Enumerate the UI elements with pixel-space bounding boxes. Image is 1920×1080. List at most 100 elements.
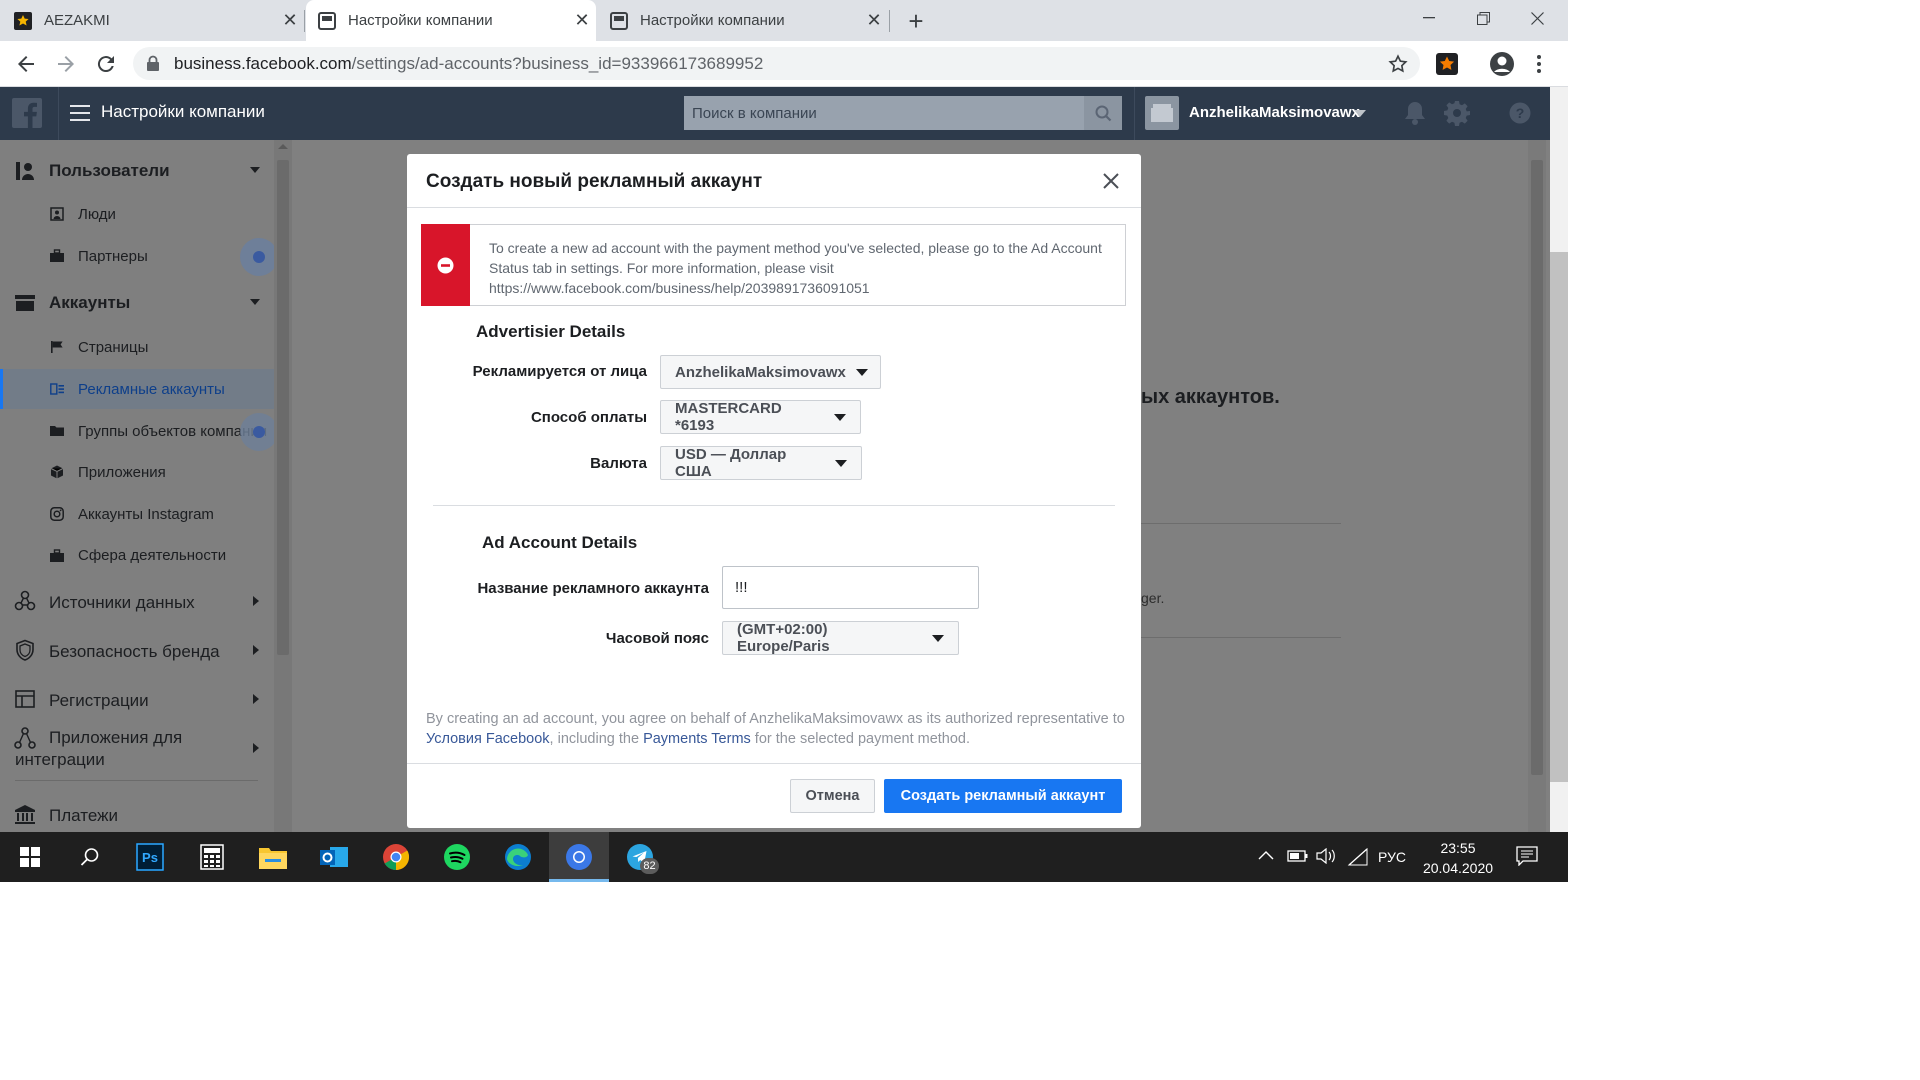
flag-icon <box>50 340 64 354</box>
telegram-icon[interactable] <box>610 832 670 882</box>
star-favicon-icon <box>14 11 32 30</box>
url-text[interactable]: business.facebook.com/settings/ad-accoun… <box>174 53 763 75</box>
chrome-icon[interactable] <box>366 832 426 882</box>
clock-time: 23:55 <box>1440 840 1476 856</box>
profile-avatar-icon[interactable] <box>1489 51 1515 77</box>
cancel-button[interactable]: Отмена <box>790 779 875 813</box>
account-switcher[interactable]: AnzhelikaMaksimovawx <box>1189 104 1360 121</box>
facebook-logo-icon[interactable] <box>12 98 42 128</box>
payment-method-dropdown[interactable]: MASTERCARD *6193 <box>660 400 861 434</box>
currency-label: Валюта <box>590 455 647 472</box>
chevron-up-icon[interactable] <box>1258 850 1274 862</box>
gear-icon[interactable] <box>1444 100 1470 126</box>
bookmark-star-icon[interactable] <box>1387 53 1409 75</box>
payment-method-label: Способ оплаты <box>530 409 647 426</box>
sidebar-item-lines-of-business[interactable]: Сфера деятельности <box>78 547 226 564</box>
tab-settings-2[interactable]: Настройки компании ✕ <box>598 0 888 41</box>
tab-title: Настройки компании <box>348 12 493 29</box>
caret-down-icon[interactable] <box>250 299 260 305</box>
caret-down-icon[interactable] <box>1354 110 1366 117</box>
window-close-button[interactable] <box>1514 0 1560 36</box>
calculator-icon[interactable] <box>182 832 242 882</box>
sidebar-item-people[interactable]: Люди <box>78 206 116 223</box>
notification-center-icon[interactable] <box>1516 846 1538 866</box>
hamburger-menu-icon[interactable] <box>70 105 90 121</box>
edge-icon[interactable] <box>488 832 548 882</box>
account-name-input[interactable] <box>722 566 979 609</box>
file-explorer-icon[interactable] <box>243 832 303 882</box>
legal-text-part: , including the <box>549 731 644 747</box>
content-scrollbar-thumb[interactable] <box>1531 160 1543 775</box>
background-divider <box>1141 637 1341 638</box>
lock-icon[interactable] <box>146 55 162 73</box>
reload-icon[interactable] <box>94 52 120 76</box>
start-button[interactable] <box>0 832 60 882</box>
tab-aezakmi[interactable]: AEZAKMI ✕ <box>14 0 304 41</box>
sidebar-item-ad-accounts[interactable]: Рекламные аккаунты <box>78 381 225 398</box>
sidebar-item-pages[interactable]: Страницы <box>78 339 148 356</box>
sidebar-item-accounts[interactable]: Аккаунты <box>49 293 130 313</box>
create-ad-account-button[interactable]: Создать рекламный аккаунт <box>884 779 1122 813</box>
new-tab-button[interactable]: + <box>902 6 930 36</box>
business-avatar-icon[interactable] <box>1145 96 1179 130</box>
minimize-button[interactable] <box>1406 0 1452 36</box>
volume-icon[interactable] <box>1316 848 1336 864</box>
sidebar-item-integrations[interactable]: Приложения для <box>49 728 182 748</box>
error-message: To create a new ad account with the paym… <box>489 240 1102 296</box>
sidebar-item-users[interactable]: Пользователи <box>49 161 170 181</box>
chrome-active-icon[interactable] <box>549 832 609 882</box>
business-search-input[interactable] <box>684 96 1082 130</box>
close-icon[interactable]: ✕ <box>280 10 300 30</box>
sidebar-item-asset-groups[interactable]: Группы объектов компании <box>78 423 267 440</box>
sidebar-item-apps[interactable]: Приложения <box>78 464 166 481</box>
background-heading: ых аккаунтов. <box>1141 386 1280 408</box>
page-scrollbar-thumb[interactable] <box>1550 252 1568 782</box>
caret-right-icon[interactable] <box>253 645 259 655</box>
clock-date: 20.04.2020 <box>1422 860 1494 876</box>
notifications-bell-icon[interactable] <box>1403 100 1427 126</box>
sidebar-scrollbar-thumb[interactable] <box>277 160 289 655</box>
help-icon[interactable]: ? <box>1509 102 1531 124</box>
facebook-terms-link[interactable]: Условия Facebook <box>426 731 550 747</box>
battery-icon[interactable] <box>1287 848 1309 864</box>
outlook-icon[interactable] <box>304 832 364 882</box>
forward-arrow-icon[interactable] <box>54 52 80 76</box>
sidebar-item-brand-safety[interactable]: Безопасность бренда <box>49 642 220 662</box>
caret-down-icon[interactable] <box>250 167 260 173</box>
sidebar-item-integrations-line2: интеграции <box>15 750 105 769</box>
currency-dropdown[interactable]: USD — Доллар США <box>660 446 862 480</box>
header-divider <box>58 87 59 140</box>
input-language[interactable]: РУС <box>1378 849 1406 865</box>
search-icon[interactable] <box>60 832 120 882</box>
sidebar-item-data-sources[interactable]: Источники данных <box>49 593 195 613</box>
extension-star-icon[interactable] <box>1436 53 1458 75</box>
settings-page-favicon-icon <box>610 11 628 30</box>
menu-dots-icon[interactable] <box>1536 54 1546 76</box>
caret-right-icon[interactable] <box>253 596 259 606</box>
sidebar-item-instagram[interactable]: Аккаунты Instagram <box>78 506 214 523</box>
sidebar-item-registrations[interactable]: Регистрации <box>49 691 149 711</box>
tab-settings-active[interactable]: Настройки компании ✕ <box>306 0 596 41</box>
users-icon <box>14 160 36 182</box>
back-arrow-icon[interactable] <box>14 52 40 76</box>
active-app-indicator <box>549 879 609 882</box>
system-clock[interactable]: 23:55 20.04.2020 <box>1418 838 1498 878</box>
wifi-icon[interactable] <box>1347 848 1369 866</box>
caret-right-icon[interactable] <box>253 694 259 704</box>
search-button[interactable] <box>1084 96 1122 130</box>
advertiser-dropdown[interactable]: AnzhelikaMaksimovawx <box>660 355 881 389</box>
close-icon[interactable]: ✕ <box>572 10 592 30</box>
business-search[interactable] <box>684 96 1122 130</box>
photoshop-icon[interactable]: Ps <box>120 832 180 882</box>
timezone-dropdown[interactable]: (GMT+02:00) Europe/Paris <box>722 621 959 655</box>
payments-terms-link[interactable]: Payments Terms <box>643 731 751 747</box>
caret-right-icon[interactable] <box>253 743 259 753</box>
close-icon[interactable]: ✕ <box>864 10 884 30</box>
close-icon[interactable] <box>1101 171 1123 193</box>
sidebar-item-partners[interactable]: Партнеры <box>78 248 148 265</box>
sidebar-item-payments[interactable]: Платежи <box>49 806 118 826</box>
restore-button[interactable] <box>1460 0 1506 36</box>
spotify-icon[interactable] <box>427 832 487 882</box>
scroll-up-icon[interactable] <box>278 144 288 149</box>
telegram-unread-badge: 82 <box>640 858 659 874</box>
